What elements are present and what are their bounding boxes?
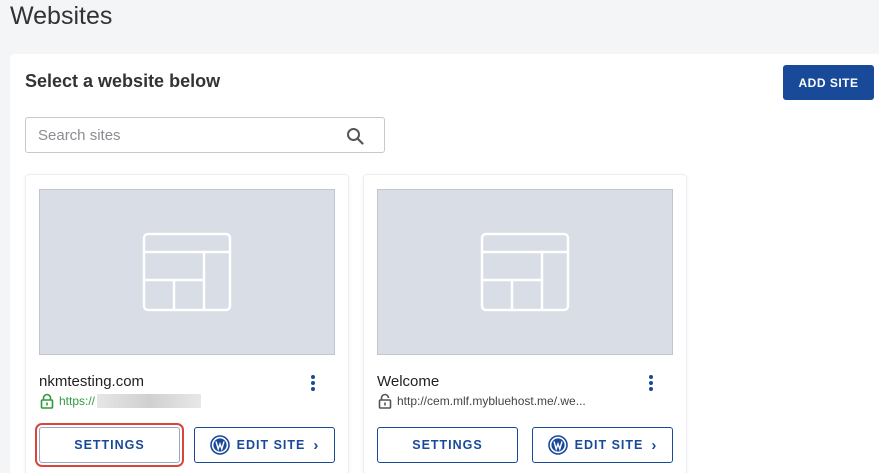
site-url[interactable]: http://cem.mlf.mybluehost.me/.we...	[397, 394, 586, 408]
edit-site-label: EDIT SITE	[236, 438, 306, 452]
site-url-row: http://cem.mlf.mybluehost.me/.we...	[377, 392, 586, 410]
website-placeholder-icon	[142, 232, 232, 312]
site-card: nkmtesting.com https:// SETTINGS EDIT SI…	[25, 174, 349, 473]
wordpress-icon	[547, 435, 568, 455]
chevron-right-icon: ›	[651, 436, 658, 454]
site-card: Welcome http://cem.mlf.mybluehost.me/.we…	[363, 174, 687, 473]
add-site-button[interactable]: ADD SITE	[783, 65, 874, 100]
page-title: Websites	[10, 2, 113, 30]
search-input[interactable]	[26, 118, 326, 152]
search-box	[25, 117, 385, 153]
more-options-icon[interactable]	[308, 373, 318, 393]
site-url[interactable]: https://	[59, 394, 95, 408]
unlocked-icon	[378, 393, 392, 409]
site-name[interactable]: nkmtesting.com	[39, 373, 144, 390]
site-thumbnail[interactable]	[39, 189, 335, 355]
more-options-icon[interactable]	[646, 373, 656, 393]
panel-heading: Select a website below	[25, 71, 221, 91]
chevron-right-icon: ›	[313, 436, 320, 454]
site-name[interactable]: Welcome	[377, 373, 439, 390]
websites-panel: Select a website below ADD SITE nkmtesti…	[10, 54, 879, 473]
site-thumbnail[interactable]	[377, 189, 673, 355]
site-url-row: https://	[39, 392, 202, 410]
edit-site-button[interactable]: EDIT SITE ›	[194, 427, 335, 463]
settings-button[interactable]: SETTINGS	[377, 427, 518, 463]
wordpress-icon	[209, 435, 230, 455]
settings-button[interactable]: SETTINGS	[35, 423, 184, 467]
search-icon[interactable]	[346, 127, 364, 145]
lock-icon	[40, 393, 54, 409]
redacted-url	[97, 394, 202, 408]
edit-site-label: EDIT SITE	[574, 438, 644, 452]
edit-site-button[interactable]: EDIT SITE ›	[532, 427, 673, 463]
website-placeholder-icon	[480, 232, 570, 312]
